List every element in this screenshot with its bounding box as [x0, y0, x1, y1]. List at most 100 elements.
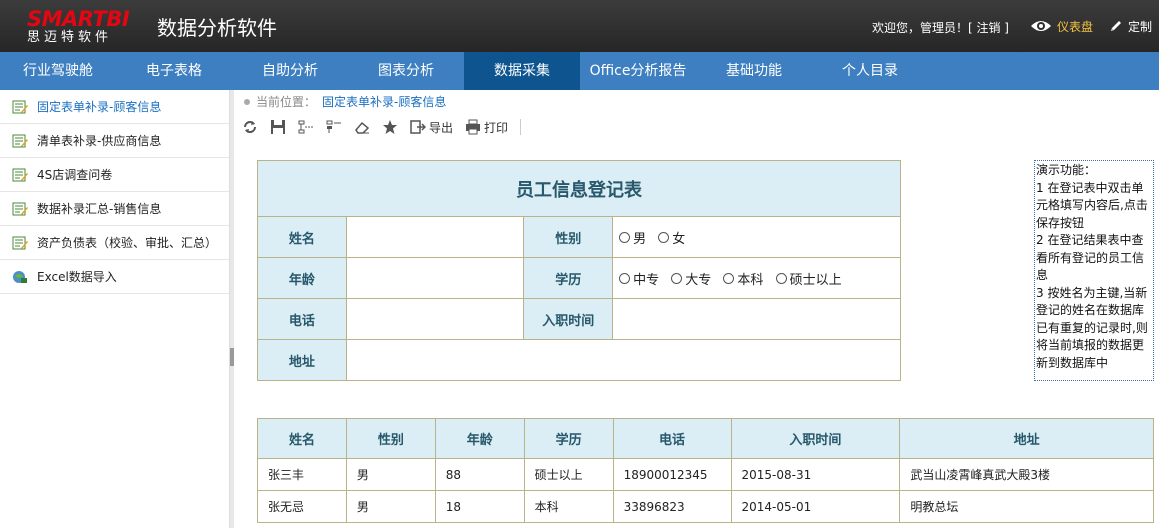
name-input-cell[interactable]	[345, 216, 525, 258]
print-label: 打印	[484, 120, 509, 135]
breadcrumb-prefix: 当前位置：	[256, 95, 317, 109]
gender-radio-female[interactable]: 女	[658, 228, 685, 247]
table-cell: 18	[434, 490, 525, 523]
column-header: 姓名	[257, 418, 347, 459]
export-icon	[410, 120, 426, 134]
nav-item-office-report[interactable]: Office分析报告	[580, 52, 696, 90]
form-edit-icon	[12, 100, 28, 113]
sidebar-item-data-summary[interactable]: 数据补录汇总-销售信息	[0, 192, 229, 226]
age-input-cell[interactable]	[345, 257, 525, 299]
column-header: 入职时间	[730, 418, 901, 459]
table-cell: 2014-05-01	[730, 490, 901, 523]
favorite-button[interactable]	[382, 116, 398, 138]
breadcrumb-path[interactable]: 固定表单补录-顾客信息	[322, 93, 446, 110]
toolbar-separator	[520, 119, 522, 135]
logo-brand: SMARTBI	[27, 7, 130, 31]
splitter-grip[interactable]	[230, 348, 234, 366]
toolbar: 导出 打印	[242, 116, 522, 138]
edu-radio-master-plus[interactable]: 硕士以上	[775, 269, 842, 288]
column-header: 地址	[899, 418, 1154, 459]
refresh-button[interactable]	[242, 116, 258, 138]
table-cell: 33896823	[612, 490, 732, 523]
edu-radio-college[interactable]: 大专	[671, 269, 711, 288]
logo-subtitle: 思迈特软件	[27, 30, 113, 45]
nav-item-personal-directory[interactable]: 个人目录	[812, 52, 928, 90]
table-cell: 男	[345, 490, 436, 523]
sidebar-item-label: 数据补录汇总-销售信息	[37, 202, 162, 216]
table-row[interactable]: 张无忌 男 18 本科 33896823 2014-05-01 明教总坛	[257, 490, 1154, 523]
nav-item-chart-analysis[interactable]: 图表分析	[348, 52, 464, 90]
form-edit-icon	[12, 168, 28, 181]
table-cell: 张无忌	[257, 490, 347, 523]
gender-radio-group: 男 女	[612, 216, 901, 258]
registration-results-table: 姓名 性别 年龄 学历 电话 入职时间 地址 张三丰 男 88 硕士以上 189…	[257, 418, 1154, 523]
sidebar-item-fixed-form[interactable]: 固定表单补录-顾客信息	[0, 90, 229, 124]
save-icon	[271, 120, 285, 134]
edu-radio-secondary[interactable]: 中专	[619, 269, 659, 288]
demo-instructions-text: 演示功能： 1 在登记表中双击单元格填写内容后,点击保存按钮 2 在登记结果表中…	[1036, 163, 1148, 370]
table-header-row: 姓名 性别 年龄 学历 电话 入职时间 地址	[257, 418, 1154, 459]
save-button[interactable]	[270, 116, 286, 138]
education-radio-group: 中专 大专 本科 硕士以上	[612, 257, 901, 299]
sidebar-splitter[interactable]	[230, 90, 234, 528]
customize-button[interactable]: 定制	[1109, 16, 1152, 36]
radio-circle	[775, 272, 787, 284]
radio-circle	[658, 231, 670, 243]
nav-item-industry-cockpit[interactable]: 行业驾驶舱	[0, 52, 116, 90]
sidebar-item-excel-import[interactable]: Excel数据导入	[0, 260, 229, 294]
clear-button[interactable]	[354, 116, 370, 138]
table-cell: 18900012345	[612, 458, 732, 491]
nav-item-spreadsheet[interactable]: 电子表格	[116, 52, 232, 90]
hire-date-input-cell[interactable]	[612, 298, 901, 340]
edu-option-label: 大专	[685, 272, 712, 288]
insert-row-button[interactable]	[298, 116, 314, 138]
table-row[interactable]: 张三丰 男 88 硕士以上 18900012345 2015-08-31 武当山…	[257, 458, 1154, 491]
radio-circle	[671, 272, 683, 284]
customize-label: 定制	[1128, 19, 1153, 34]
radio-circle	[619, 231, 631, 243]
table-cell: 张三丰	[257, 458, 347, 491]
name-label: 姓名	[257, 216, 347, 258]
dashboard-button[interactable]: 仪表盘	[1030, 16, 1093, 36]
table-cell: 88	[434, 458, 525, 491]
edu-radio-bachelor[interactable]: 本科	[723, 269, 763, 288]
excel-import-icon	[13, 270, 27, 283]
column-header: 学历	[523, 418, 614, 459]
sidebar: 固定表单补录-顾客信息 清单表补录-供应商信息 4S店调查问卷 数据补录汇总-销…	[0, 90, 230, 528]
education-label: 学历	[523, 257, 614, 299]
sidebar-item-label: 4S店调查问卷	[37, 168, 113, 182]
star-icon	[383, 120, 397, 134]
delete-row-icon	[326, 120, 341, 133]
table-cell: 本科	[523, 490, 614, 523]
sidebar-item-survey[interactable]: 4S店调查问卷	[0, 158, 229, 192]
gender-option-label: 男	[633, 231, 647, 247]
sidebar-item-list-form[interactable]: 清单表补录-供应商信息	[0, 124, 229, 158]
age-label: 年龄	[257, 257, 347, 299]
form-title: 员工信息登记表	[257, 160, 901, 217]
smartbi-logo: SMARTBI 思迈特软件	[27, 8, 147, 48]
form-edit-icon	[12, 134, 28, 147]
table-cell: 男	[345, 458, 436, 491]
export-button[interactable]: 导出	[410, 116, 453, 138]
edu-option-label: 中专	[633, 272, 660, 288]
print-button[interactable]: 打印	[465, 116, 508, 138]
nav-item-self-analysis[interactable]: 自助分析	[232, 52, 348, 90]
eye-icon	[1031, 21, 1051, 31]
welcome-logout-link[interactable]: 欢迎您，管理员！[ 注销 ]	[872, 19, 1009, 36]
edu-option-label: 本科	[737, 272, 764, 288]
gender-radio-male[interactable]: 男	[619, 228, 646, 247]
sidebar-item-balance-sheet[interactable]: 资产负债表（校验、审批、汇总）	[0, 226, 229, 260]
phone-label: 电话	[257, 298, 347, 340]
column-header: 电话	[612, 418, 732, 459]
eraser-icon	[355, 121, 370, 134]
address-label: 地址	[257, 339, 347, 381]
nav-item-basic-functions[interactable]: 基础功能	[696, 52, 812, 90]
main-nav: 行业驾驶舱 电子表格 自助分析 图表分析 数据采集 Office分析报告 基础功…	[0, 52, 1159, 90]
delete-row-button[interactable]	[326, 116, 342, 138]
address-input-cell[interactable]	[345, 339, 902, 381]
nav-item-data-collection[interactable]: 数据采集	[464, 52, 580, 90]
dashboard-label: 仪表盘	[1057, 19, 1094, 34]
phone-input-cell[interactable]	[345, 298, 525, 340]
column-header: 性别	[345, 418, 436, 459]
demo-instructions: 演示功能： 1 在登记表中双击单元格填写内容后,点击保存按钮 2 在登记结果表中…	[1034, 160, 1154, 381]
